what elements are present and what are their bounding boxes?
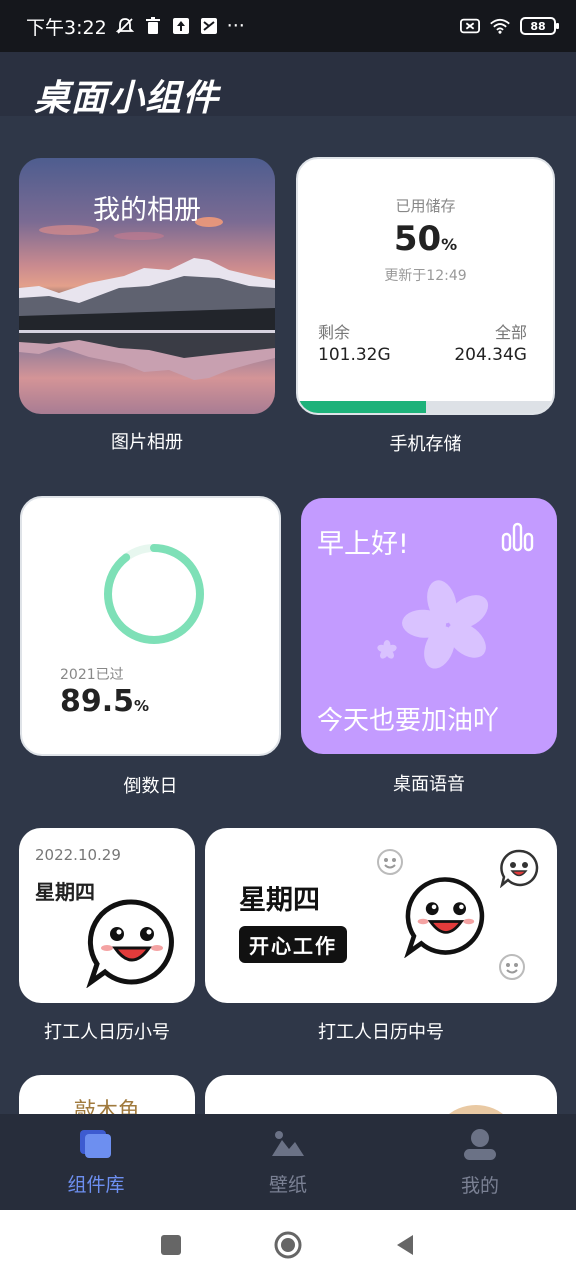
storage-remaining-label: 剩余 [318, 323, 351, 342]
countdown-value-number: 89.5 [60, 684, 135, 719]
smiley-face-icon [404, 877, 485, 958]
storage-total-value: 204.34G [454, 345, 527, 365]
nav-label-wallpaper: 壁纸 [268, 1173, 307, 1196]
sound-bars-icon [501, 522, 534, 552]
album-widget[interactable]: 我的相册 [19, 158, 275, 414]
wifi-icon [490, 16, 510, 36]
back-button[interactable] [393, 1233, 417, 1257]
small-flower-icon [377, 640, 397, 659]
album-caption: 图片相册 [111, 432, 183, 453]
countdown-value-unit: % [134, 697, 150, 715]
home-button[interactable] [273, 1230, 303, 1260]
status-bar: 下午3:22 ··· 88 [0, 0, 576, 52]
overflow-icon: ··· [226, 15, 245, 37]
nav-item-profile[interactable]: 我的 [384, 1114, 576, 1210]
storage-percent-unit: % [441, 235, 458, 254]
voice-caption: 桌面语音 [393, 774, 465, 795]
muyu-title: 敲木鱼 [73, 1099, 140, 1114]
voice-message: 今天也要加油吖 [317, 706, 500, 736]
wallpaper-icon [272, 1130, 304, 1156]
calendar-small-widget[interactable]: 2022.10.29 星期四 [19, 828, 195, 1003]
countdown-progress-ring [104, 544, 204, 644]
storage-caption: 手机存储 [389, 434, 462, 455]
storage-total-label: 全部 [494, 323, 527, 342]
partial-widget[interactable] [205, 1075, 557, 1114]
mini-smiley-icon [377, 849, 403, 875]
upload-icon [171, 16, 191, 36]
bottom-navigation: 组件库 壁纸 我的 [0, 1114, 576, 1210]
calendar-medium-widget[interactable]: 星期四 开心工作 [205, 828, 557, 1003]
countdown-caption: 倒数日 [123, 776, 178, 797]
storage-updated-time: 更新于12:49 [384, 268, 467, 284]
system-navigation-bar [0, 1210, 576, 1280]
voice-greeting: 早上好! [317, 529, 409, 560]
widgets-icon [80, 1129, 111, 1158]
widget-preview-image [431, 1105, 521, 1114]
calendar-medium-tag: 开心工作 [239, 926, 347, 963]
calendar-small-caption: 打工人日历小号 [44, 1022, 170, 1043]
silent-icon [115, 16, 135, 36]
sim-off-icon [460, 16, 480, 36]
mini-smiley-icon [499, 849, 539, 888]
nav-item-widgets[interactable]: 组件库 [0, 1114, 192, 1210]
app-icon [199, 16, 219, 36]
storage-percent-value: 50 [393, 219, 442, 259]
smiley-face-icon [86, 899, 174, 988]
countdown-label: 2021已过 [60, 667, 124, 683]
storage-remaining-value: 101.32G [318, 345, 391, 365]
trash-icon [143, 16, 163, 36]
nav-label-widgets: 组件库 [67, 1173, 125, 1196]
storage-widget[interactable]: 已用储存 50% 更新于12:49 剩余 101.32G 全部 204.34G [296, 157, 555, 415]
storage-progress-fill [298, 401, 426, 413]
flower-icon [402, 580, 489, 669]
mini-smiley-icon [499, 954, 525, 980]
profile-icon [464, 1128, 496, 1160]
album-title: 我的相册 [93, 195, 201, 226]
countdown-widget[interactable]: 2021已过 89.5% [20, 496, 281, 756]
countdown-value: 89.5% [60, 684, 149, 719]
recents-button[interactable] [159, 1233, 183, 1257]
storage-used-label: 已用储存 [395, 197, 456, 215]
nav-item-wallpaper[interactable]: 壁纸 [192, 1114, 384, 1210]
battery-level: 88 [530, 19, 546, 33]
calendar-medium-weekday: 星期四 [239, 885, 320, 916]
calendar-small-date: 2022.10.29 [35, 846, 121, 864]
storage-progress-bar [298, 401, 553, 413]
muyu-widget[interactable]: 敲木鱼 [19, 1075, 195, 1114]
nav-label-profile: 我的 [460, 1174, 499, 1197]
voice-widget[interactable]: 早上好! 今天也要加油吖 [301, 498, 557, 754]
storage-percent: 50% [298, 219, 553, 259]
widget-gallery[interactable]: 我的相册 图片相册 已用储存 50% 更新于12:49 剩余 101.32G 全… [0, 116, 576, 1114]
battery-icon: 88 [520, 17, 559, 35]
status-time: 下午3:22 [26, 16, 107, 39]
calendar-medium-caption: 打工人日历中号 [318, 1022, 444, 1043]
